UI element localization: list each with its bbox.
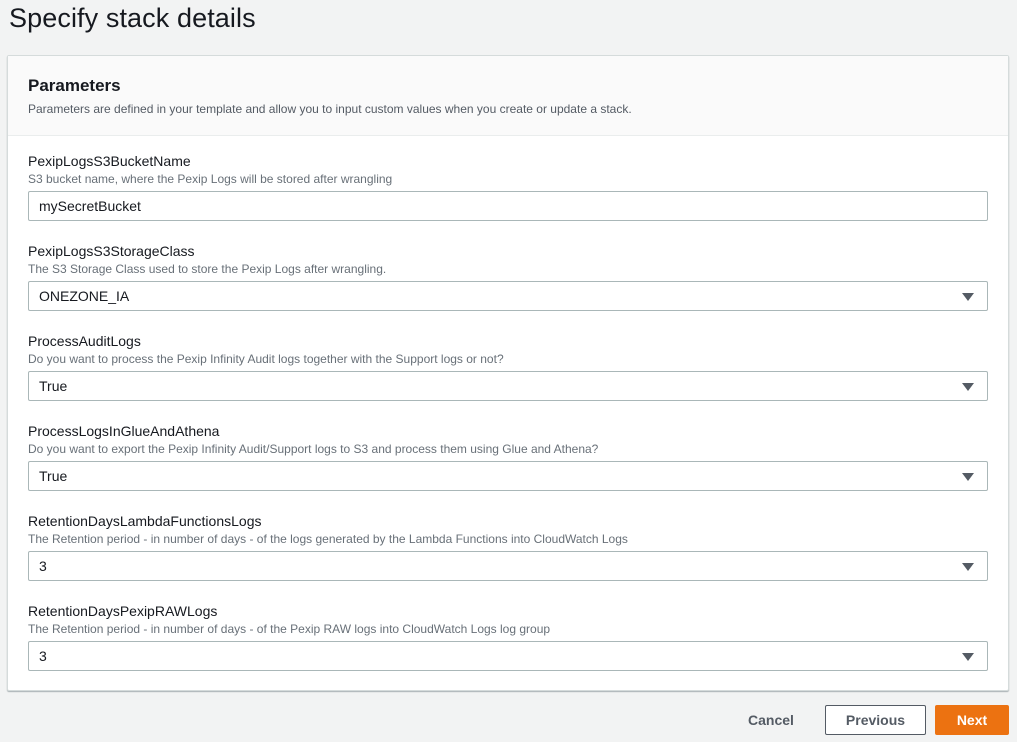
parameters-title: Parameters <box>28 76 121 95</box>
param-label: PexipLogsS3StorageClass <box>28 243 195 259</box>
previous-button[interactable]: Previous <box>825 705 926 735</box>
caret-down-icon <box>962 293 974 301</box>
param-label: ProcessAuditLogs <box>28 333 141 349</box>
bucket-name-value: mySecretBucket <box>39 198 141 214</box>
param-retention-days-pexip-raw-logs: RetentionDaysPexipRAWLogs The Retention … <box>28 603 988 671</box>
param-description: The S3 Storage Class used to store the P… <box>28 262 387 276</box>
param-label: PexipLogsS3BucketName <box>28 153 191 169</box>
retention-lambda-select[interactable]: 3 <box>28 551 988 581</box>
param-retention-days-lambda-functions-logs: RetentionDaysLambdaFunctionsLogs The Ret… <box>28 513 988 581</box>
param-description: Do you want to export the Pexip Infinity… <box>28 442 599 456</box>
param-description: S3 bucket name, where the Pexip Logs wil… <box>28 172 393 186</box>
parameters-description: Parameters are defined in your template … <box>28 102 632 116</box>
wizard-footer: Cancel Previous Next <box>735 705 1009 735</box>
param-process-logs-in-glue-and-athena: ProcessLogsInGlueAndAthena Do you want t… <box>28 423 988 491</box>
param-label: RetentionDaysPexipRAWLogs <box>28 603 218 619</box>
storage-class-select[interactable]: ONEZONE_IA <box>28 281 988 311</box>
page-title: Specify stack details <box>9 3 256 33</box>
storage-class-value: ONEZONE_IA <box>39 288 130 304</box>
process-audit-logs-select[interactable]: True <box>28 371 988 401</box>
param-description: The Retention period - in number of days… <box>28 532 628 546</box>
parameters-header: Parameters Parameters are defined in you… <box>8 56 1008 136</box>
parameters-panel: Parameters Parameters are defined in you… <box>7 55 1009 691</box>
caret-down-icon <box>962 383 974 391</box>
next-button[interactable]: Next <box>935 705 1009 735</box>
process-glue-athena-select[interactable]: True <box>28 461 988 491</box>
retention-raw-value: 3 <box>39 648 47 664</box>
retention-raw-select[interactable]: 3 <box>28 641 988 671</box>
param-label: ProcessLogsInGlueAndAthena <box>28 423 220 439</box>
retention-lambda-value: 3 <box>39 558 47 574</box>
process-audit-logs-value: True <box>39 378 68 394</box>
param-pexip-logs-s3-bucket-name: PexipLogsS3BucketName S3 bucket name, wh… <box>28 153 988 221</box>
caret-down-icon <box>962 563 974 571</box>
param-process-audit-logs: ProcessAuditLogs Do you want to process … <box>28 333 988 401</box>
param-pexip-logs-s3-storage-class: PexipLogsS3StorageClass The S3 Storage C… <box>28 243 988 311</box>
bucket-name-input[interactable]: mySecretBucket <box>28 191 988 221</box>
cancel-button[interactable]: Cancel <box>735 705 807 735</box>
param-label: RetentionDaysLambdaFunctionsLogs <box>28 513 262 529</box>
param-description: Do you want to process the Pexip Infinit… <box>28 352 504 366</box>
caret-down-icon <box>962 473 974 481</box>
process-glue-athena-value: True <box>39 468 68 484</box>
caret-down-icon <box>962 653 974 661</box>
param-description: The Retention period - in number of days… <box>28 622 551 636</box>
